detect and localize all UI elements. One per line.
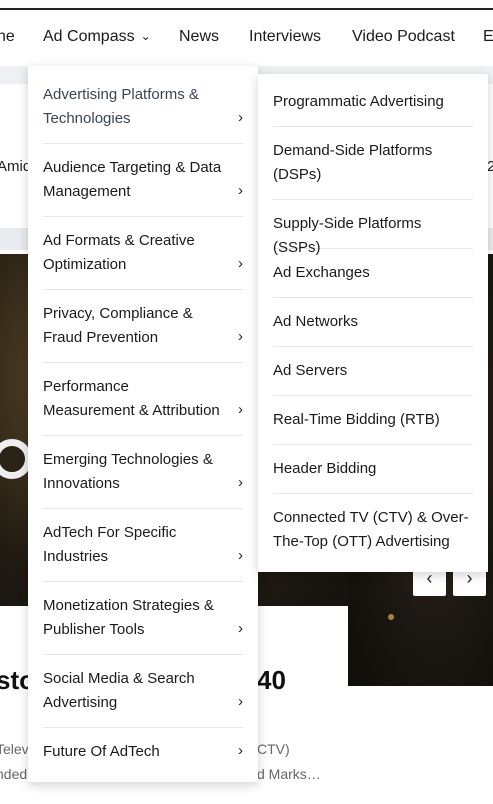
submenu-item-label: Programmatic Advertising (273, 93, 444, 110)
chevron-right-icon: › (238, 742, 243, 759)
submenu-item[interactable]: Connected TV (CTV) & Over-The-Top (OTT) … (273, 506, 473, 558)
nav-item-ad-compass[interactable]: Ad Compass ⌄ (43, 28, 151, 46)
submenu-item[interactable]: Real-Time Bidding (RTB) (273, 408, 473, 445)
dropdown-item[interactable]: AdTech For Specific Industries › (43, 521, 243, 582)
dropdown-item-label: Privacy, Compliance & Fraud Prevention (43, 305, 193, 346)
nav-item-video-podcast[interactable]: Video Podcast (352, 28, 455, 46)
nav-item-label: Interviews (249, 28, 322, 45)
nav-item-label: ne (0, 28, 15, 45)
nav-item-label: News (179, 28, 220, 45)
nav-item-label: E (483, 28, 493, 45)
dropdown-item[interactable]: Advertising Platforms & Technologies › (43, 83, 243, 144)
dropdown-item-label: Performance Measurement & Attribution (43, 378, 220, 419)
dropdown-item-label: AdTech For Specific Industries (43, 524, 177, 565)
chevron-right-icon: › (238, 182, 243, 199)
nav-item-news[interactable]: News (179, 28, 219, 46)
submenu-item-label: Real-Time Bidding (RTB) (273, 411, 440, 428)
advertising-platforms-submenu: Programmatic Advertising Demand-Side Pla… (258, 74, 488, 572)
dropdown-item[interactable]: Monetization Strategies & Publisher Tool… (43, 594, 243, 655)
article-excerpt: Telev (0, 741, 29, 757)
chevron-right-icon: › (238, 328, 243, 345)
dropdown-item-label: Audience Targeting & Data Management (43, 159, 222, 200)
dropdown-item-label: Monetization Strategies & Publisher Tool… (43, 597, 214, 638)
main-navigation: ne Ad Compass ⌄ News Interviews Video Pod… (0, 10, 493, 68)
submenu-item-label: Demand-Side Platforms (DSPs) (273, 142, 433, 183)
chevron-down-icon: ⌄ (140, 29, 151, 43)
article-headline-end[interactable]: 40 (257, 665, 286, 696)
ad-compass-dropdown: Advertising Platforms & Technologies › A… (28, 66, 258, 782)
dropdown-item-label: Emerging Technologies & Innovations (43, 451, 213, 492)
dropdown-item[interactable]: Privacy, Compliance & Fraud Prevention › (43, 302, 243, 363)
dropdown-item[interactable]: Future Of AdTech › (43, 740, 243, 768)
submenu-item[interactable]: Ad Exchanges (273, 261, 473, 298)
chevron-right-icon: › (238, 547, 243, 564)
dropdown-item[interactable]: Social Media & Search Advertising › (43, 667, 243, 728)
dropdown-item[interactable]: Ad Formats & Creative Optimization › (43, 229, 243, 290)
nav-item-events[interactable]: E (483, 28, 493, 46)
dropdown-item[interactable]: Emerging Technologies & Innovations › (43, 448, 243, 509)
chevron-right-icon: › (238, 109, 243, 126)
chevron-right-icon: › (238, 474, 243, 491)
submenu-item[interactable]: Programmatic Advertising (273, 90, 473, 127)
submenu-item[interactable]: Supply-Side Platforms (SSPs) (273, 212, 473, 256)
nav-item-label: Ad Compass (43, 28, 135, 45)
article-excerpt: CTV) (257, 741, 290, 757)
background-snippet: Amid (0, 158, 32, 175)
submenu-item[interactable]: Ad Servers (273, 359, 473, 396)
dropdown-item-label: Social Media & Search Advertising (43, 670, 195, 711)
nav-item-home[interactable]: ne (0, 28, 15, 46)
article-excerpt: nded (0, 766, 28, 782)
submenu-item-label: Ad Exchanges (273, 264, 370, 281)
article-excerpt: d Marks… (257, 766, 321, 782)
submenu-item-label: Ad Networks (273, 313, 359, 330)
nav-item-interviews[interactable]: Interviews (249, 28, 321, 46)
submenu-item[interactable]: Header Bidding (273, 457, 473, 494)
submenu-item-label: Connected TV (CTV) & Over-The-Top (OTT) … (273, 509, 469, 550)
dropdown-item-label: Ad Formats & Creative Optimization (43, 232, 195, 273)
dropdown-item-label: Advertising Platforms & Technologies (43, 86, 199, 127)
chevron-right-icon: › (238, 693, 243, 710)
submenu-item[interactable]: Demand-Side Platforms (DSPs) (273, 139, 473, 200)
nav-item-label: Video Podcast (352, 28, 455, 45)
chevron-right-icon: › (238, 401, 243, 418)
submenu-item-label: Ad Servers (273, 362, 348, 379)
chevron-right-icon: › (238, 620, 243, 637)
submenu-item[interactable]: Ad Networks (273, 310, 473, 347)
chevron-right-icon: › (238, 255, 243, 272)
dropdown-item-label: Future Of AdTech (43, 743, 160, 760)
dropdown-item[interactable]: Performance Measurement & Attribution › (43, 375, 243, 436)
submenu-item-label: Header Bidding (273, 460, 377, 477)
dropdown-item[interactable]: Audience Targeting & Data Management › (43, 156, 243, 217)
submenu-item-label: Supply-Side Platforms (SSPs) (273, 215, 422, 256)
decor-dot (388, 614, 394, 620)
